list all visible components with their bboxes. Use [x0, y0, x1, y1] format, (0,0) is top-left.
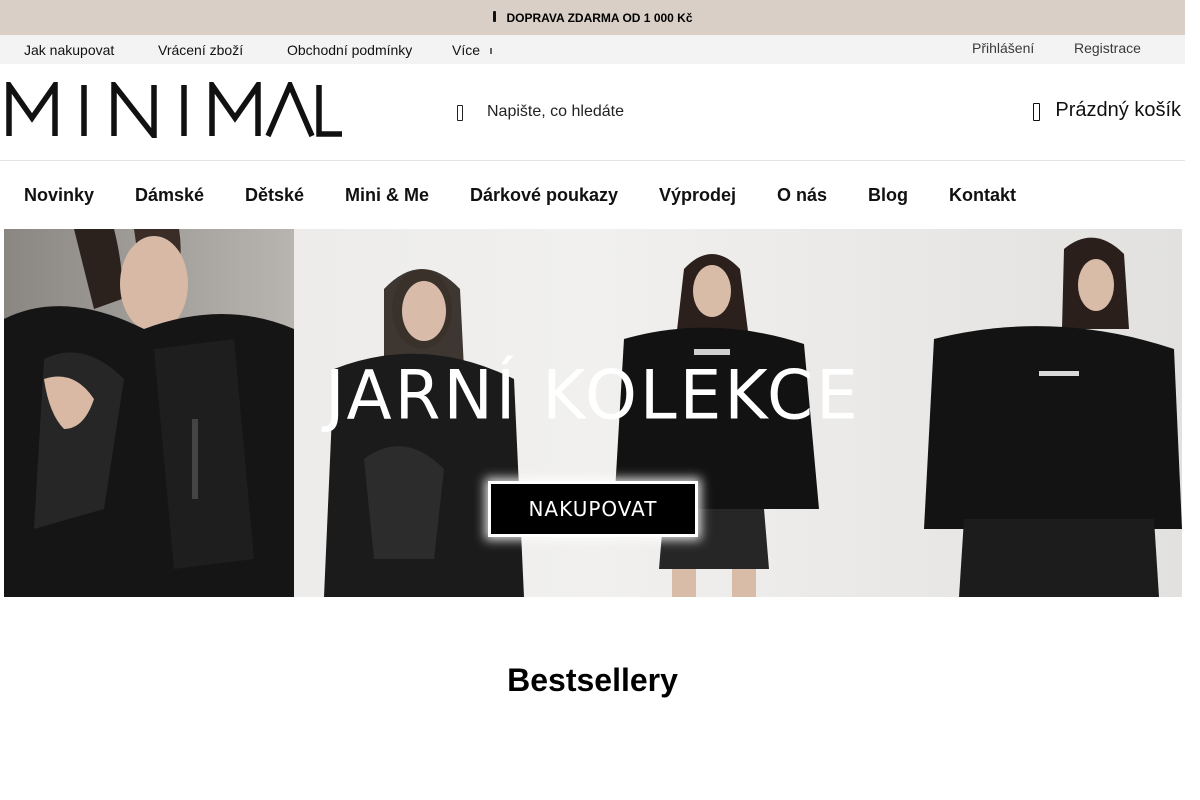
logo[interactable]: [6, 76, 343, 144]
nav-item-detske[interactable]: Dětské: [245, 185, 304, 206]
utility-nav: Jak nakupovat Vrácení zboží Obchodní pod…: [0, 35, 1185, 64]
hero-banner[interactable]: JARNÍ KOLEKCE NAKUPOVAT: [4, 229, 1182, 597]
hero-title: JARNÍ KOLEKCE: [325, 355, 861, 436]
register-link[interactable]: Registrace: [1074, 40, 1141, 56]
utility-link-obchodni-podminky[interactable]: Obchodní podmínky: [287, 42, 412, 58]
utility-link-vraceni-zbozi[interactable]: Vrácení zboží: [158, 42, 243, 58]
nav-item-kontakt[interactable]: Kontakt: [949, 185, 1016, 206]
search-input[interactable]: Napište, co hledáte: [487, 103, 624, 121]
nav-item-blog[interactable]: Blog: [868, 185, 908, 206]
chevron-down-icon: [490, 48, 495, 54]
nav-item-vyprodej[interactable]: Výprodej: [659, 185, 736, 206]
main-nav: Novinky Dámské Dětské Mini & Me Dárkové …: [0, 161, 1185, 229]
login-link[interactable]: Přihlášení: [972, 40, 1034, 56]
search-bar[interactable]: Napište, co hledáte: [455, 100, 624, 124]
utility-more-dropdown[interactable]: Více: [452, 42, 495, 58]
bestsellers-heading: Bestsellery: [507, 662, 678, 698]
announcement-bar: DOPRAVA ZDARMA OD 1 000 Kč: [0, 0, 1185, 35]
nav-item-mini-and-me[interactable]: Mini & Me: [345, 185, 429, 206]
announcement-text: DOPRAVA ZDARMA OD 1 000 Kč: [506, 10, 693, 25]
cart-label: Prázdný košík: [1055, 99, 1181, 121]
cart-icon: [1031, 102, 1041, 121]
minimal-logo-graphic: [6, 76, 342, 144]
shop-now-button[interactable]: NAKUPOVAT: [488, 481, 698, 537]
nav-item-novinky[interactable]: Novinky: [24, 185, 94, 206]
truck-icon: [492, 10, 498, 23]
utility-link-jak-nakupovat[interactable]: Jak nakupovat: [24, 42, 114, 58]
utility-more-label: Více: [452, 42, 481, 58]
search-icon[interactable]: [455, 104, 465, 121]
cart-button[interactable]: Prázdný košík: [1031, 99, 1181, 122]
nav-item-damske[interactable]: Dámské: [135, 185, 204, 206]
nav-item-darkove-poukazy[interactable]: Dárkové poukazy: [470, 185, 618, 206]
site-header: Napište, co hledáte Prázdný košík: [0, 64, 1185, 161]
nav-item-o-nas[interactable]: O nás: [777, 185, 827, 206]
